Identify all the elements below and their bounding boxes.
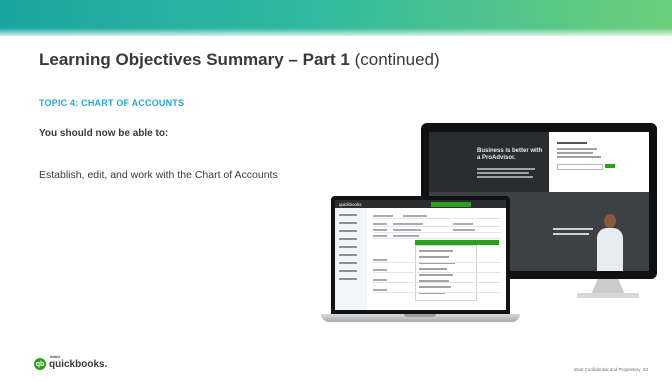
- sidebar-item: [339, 230, 357, 232]
- sidebar-item: [339, 278, 357, 280]
- sidebar-item: [339, 254, 357, 256]
- monitor-form-line: [557, 142, 587, 144]
- lead-in-text: You should now be able to:: [39, 128, 169, 139]
- laptop-table-row: [373, 268, 501, 273]
- laptop-brand: quickbooks: [339, 201, 362, 207]
- laptop-header-button: [431, 201, 471, 207]
- sidebar-item: [339, 262, 357, 264]
- laptop-table-row: [373, 234, 501, 239]
- person-head: [604, 214, 616, 228]
- laptop-sidebar: [335, 208, 367, 310]
- quickbooks-logo-icon: qb: [34, 358, 46, 370]
- monitor-text-line: [553, 233, 589, 235]
- sidebar-item: [339, 238, 357, 240]
- laptop-table-row: [373, 278, 501, 283]
- person-photo: [595, 214, 625, 271]
- laptop-table-row: [373, 288, 501, 293]
- laptop-table-row: [373, 258, 501, 263]
- laptop-notch: [404, 314, 436, 317]
- sidebar-item: [339, 222, 357, 224]
- top-accent-fade: [0, 28, 672, 38]
- laptop-app-header: quickbooks: [335, 200, 506, 208]
- sidebar-item: [339, 270, 357, 272]
- page-title: Learning Objectives Summary – Part 1 (co…: [39, 50, 440, 70]
- monitor-input: [557, 164, 603, 170]
- intuit-wordmark: intuit: [50, 353, 60, 359]
- monitor-text-line: [553, 228, 593, 230]
- laptop-table-row: [373, 214, 501, 219]
- monitor-form-line: [557, 152, 593, 154]
- laptop-table-row: [373, 228, 501, 233]
- monitor-form-line: [557, 156, 601, 158]
- footer-text: Intuit Confidential and Proprietary 83: [574, 367, 648, 372]
- page-number: 83: [642, 367, 648, 372]
- monitor-form-panel: [553, 138, 643, 184]
- topic-heading: TOPIC 4: CHART OF ACCOUNTS: [39, 98, 185, 108]
- slide: Learning Objectives Summary – Part 1 (co…: [0, 0, 672, 382]
- page-title-bold: Learning Objectives Summary – Part 1: [39, 50, 350, 69]
- laptop-illustration: quickbooks: [331, 196, 510, 314]
- laptop-dropdown: [415, 245, 477, 301]
- sidebar-item: [339, 214, 357, 216]
- monitor-headline: Business is better with a ProAdvisor.: [477, 148, 543, 161]
- laptop-table-row: [373, 222, 501, 227]
- laptop-screen: quickbooks: [335, 200, 506, 310]
- quickbooks-wordmark-text: quickbooks.: [49, 358, 108, 370]
- page-title-suffix: (continued): [354, 50, 440, 69]
- sidebar-item: [339, 246, 357, 248]
- quickbooks-logo: qb intuit quickbooks.: [34, 354, 108, 370]
- confidential-notice: Intuit Confidential and Proprietary: [573, 367, 641, 372]
- monitor-stand-base: [577, 293, 639, 298]
- dropdown-line: [419, 274, 453, 276]
- monitor-button: [605, 164, 615, 168]
- monitor-text-line: [477, 168, 535, 170]
- monitor-text-line: [477, 176, 533, 178]
- quickbooks-wordmark: intuit quickbooks.: [49, 354, 108, 370]
- monitor-text-line: [477, 172, 529, 174]
- person-torso: [597, 228, 623, 271]
- objective-text: Establish, edit, and work with the Chart…: [39, 169, 278, 181]
- monitor-form-line: [557, 148, 597, 150]
- dropdown-line: [419, 250, 453, 252]
